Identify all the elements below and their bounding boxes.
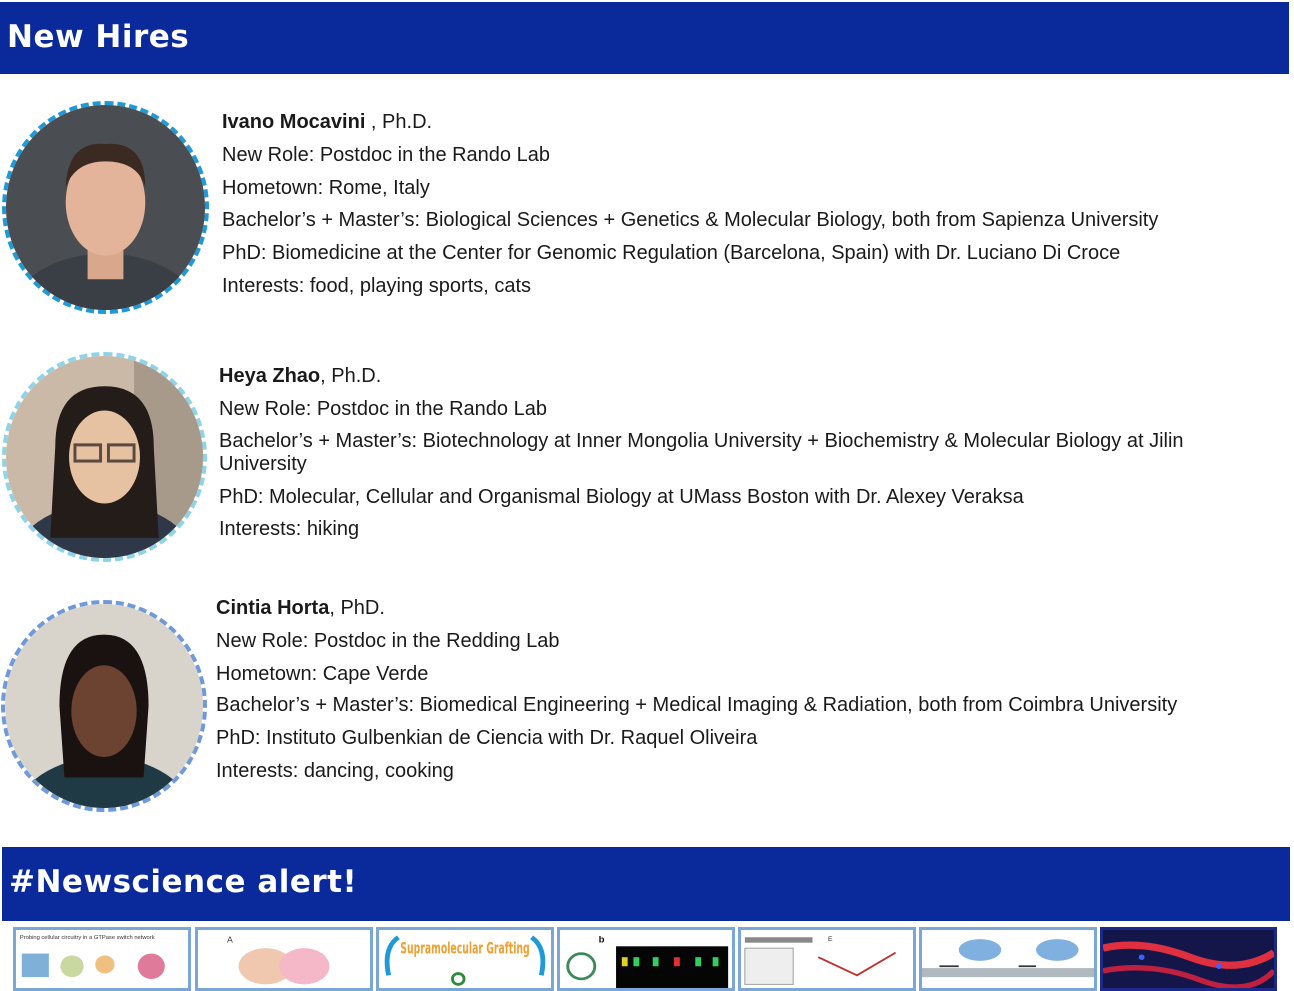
person-degree: , Ph.D. xyxy=(365,111,433,133)
thumb-caption: Probing cellular circuitry in a GTPase s… xyxy=(20,935,155,941)
new-hires-title: New Hires xyxy=(7,19,190,55)
paper-thumbnail[interactable] xyxy=(919,927,1097,991)
bio-hometown: Hometown: Cape Verde xyxy=(216,662,429,685)
person-name: Heya Zhao xyxy=(219,365,321,387)
bio-bachelors: Bachelor’s + Master’s: Biological Scienc… xyxy=(222,209,1159,232)
bio-hometown: Hometown: Rome, Italy xyxy=(222,176,430,199)
bio-bachelors: Bachelor’s + Master’s: Biotechnology at … xyxy=(219,429,1184,475)
paper-thumbnail[interactable] xyxy=(1100,927,1277,991)
bio-role: New Role: Postdoc in the Rando Lab xyxy=(219,397,547,420)
paper-thumbnail[interactable]: b xyxy=(557,927,735,991)
thumb-caption: Supramolecular Grafting xyxy=(400,938,529,957)
bio-name-line: Heya Zhao, Ph.D. xyxy=(219,360,1259,393)
person-degree: , Ph.D. xyxy=(320,365,382,387)
bio-role: New Role: Postdoc in the Rando Lab xyxy=(222,143,550,166)
thumb-caption: A xyxy=(227,935,233,945)
bio-interests: Interests: dancing, cooking xyxy=(216,760,454,783)
bio-name-line: Cintia Horta, PhD. xyxy=(216,592,1216,625)
bio-name-line: Ivano Mocavini , Ph.D. xyxy=(222,106,1282,139)
bio-phd: PhD: Instituto Gulbenkian de Ciencia wit… xyxy=(216,727,758,750)
paper-thumbnail[interactable]: Probing cellular circuitry in a GTPase s… xyxy=(13,927,191,991)
paper-thumbnail[interactable]: A xyxy=(195,927,373,991)
bio-ivano: Ivano Mocavini , Ph.D. New Role: Postdoc… xyxy=(222,106,1282,303)
person-degree: , PhD. xyxy=(329,597,385,619)
person-name: Cintia Horta xyxy=(216,597,330,619)
bio-cintia: Cintia Horta, PhD. New Role: Postdoc in … xyxy=(216,592,1216,788)
bio-interests: Interests: food, playing sports, cats xyxy=(222,274,532,297)
bio-bachelors: Bachelor’s + Master’s: Biomedical Engine… xyxy=(216,694,1178,717)
bio-interests: Interests: hiking xyxy=(219,518,360,541)
thumb-caption: b xyxy=(599,935,605,945)
bio-heya: Heya Zhao, Ph.D. New Role: Postdoc in th… xyxy=(219,360,1259,546)
new-hires-banner: New Hires xyxy=(0,2,1289,74)
paper-thumbnail[interactable]: E xyxy=(738,927,916,991)
newscience-banner: #Newscience alert! xyxy=(2,847,1290,921)
paper-thumbnails: Probing cellular circuitry in a GTPase s… xyxy=(13,927,1277,991)
person-name: Ivano Mocavini xyxy=(222,111,366,133)
portrait-cintia xyxy=(1,600,207,812)
bio-phd: PhD: Molecular, Cellular and Organismal … xyxy=(219,485,1024,508)
newscience-title: #Newscience alert! xyxy=(9,864,358,900)
bio-phd: PhD: Biomedicine at the Center for Genom… xyxy=(222,242,1121,265)
bio-role: New Role: Postdoc in the Redding Lab xyxy=(216,629,560,652)
portrait-ivano xyxy=(2,101,209,314)
paper-thumbnail[interactable]: Supramolecular Grafting xyxy=(376,927,554,991)
portrait-heya xyxy=(2,352,207,562)
thumb-caption: E xyxy=(828,936,833,943)
